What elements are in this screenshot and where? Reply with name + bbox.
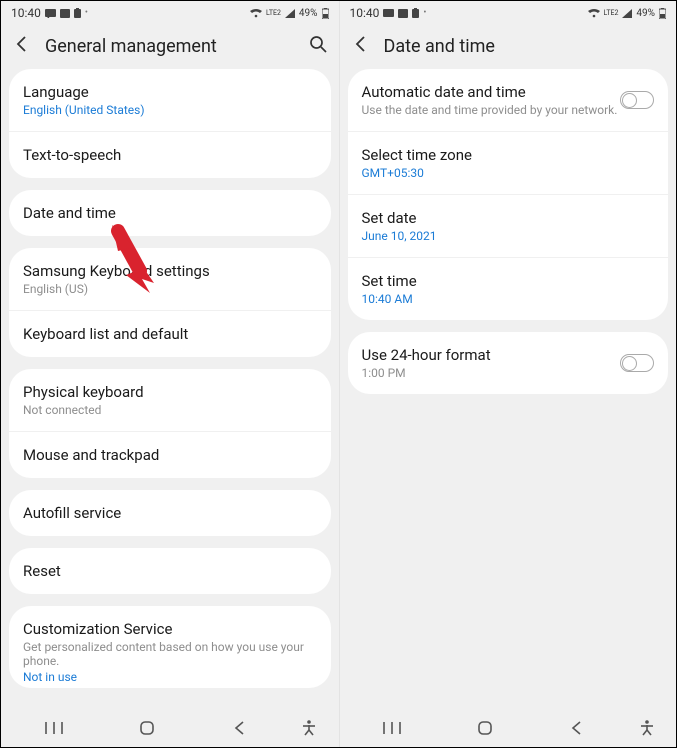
item-physical-keyboard[interactable]: Physical keyboard Not connected — [9, 369, 331, 432]
item-language[interactable]: Language English (United States) — [9, 69, 331, 132]
settings-list: Automatic date and time Use the date and… — [340, 69, 677, 709]
nav-back-icon[interactable] — [193, 721, 286, 735]
item-label: Set time — [362, 272, 655, 290]
item-label: Automatic date and time — [362, 83, 621, 101]
status-bar: 10:40 • LTE2 49% — [340, 1, 677, 25]
item-auto-date-time[interactable]: Automatic date and time Use the date and… — [348, 69, 669, 132]
nav-bar — [1, 709, 339, 747]
message-icon — [383, 9, 394, 18]
image-icon — [398, 9, 408, 18]
item-time-zone[interactable]: Select time zone GMT+05:30 — [348, 132, 669, 195]
status-time: 10:40 — [11, 6, 41, 20]
item-samsung-keyboard[interactable]: Samsung Keyboard settings English (US) — [9, 248, 331, 311]
item-label: Autofill service — [23, 504, 317, 522]
status-time: 10:40 — [350, 6, 380, 20]
item-24h-format[interactable]: Use 24-hour format 1:00 PM — [348, 332, 669, 394]
battery-percent: 49% — [636, 8, 655, 19]
battery-percent: 49% — [299, 8, 318, 19]
item-label: Reset — [23, 562, 317, 580]
item-set-date[interactable]: Set date June 10, 2021 — [348, 195, 669, 258]
status-bar: 10:40 • LTE2 49% — [1, 1, 339, 25]
item-label: Set date — [362, 209, 655, 227]
signal-icon — [622, 9, 632, 18]
back-icon[interactable] — [13, 35, 31, 57]
item-sub: Use the date and time provided by your n… — [362, 103, 621, 117]
image-icon — [60, 9, 70, 18]
item-date-and-time[interactable]: Date and time — [9, 190, 331, 236]
signal-icon — [285, 9, 295, 18]
item-label: Use 24-hour format — [362, 346, 621, 364]
battery-small-icon — [74, 8, 81, 18]
wifi-icon — [588, 9, 600, 18]
item-sub: Not connected — [23, 403, 317, 417]
nav-accessibility-icon[interactable] — [286, 720, 333, 736]
nav-bar — [340, 709, 677, 747]
settings-list: Language English (United States) Text-to… — [1, 69, 339, 709]
nav-recents-icon[interactable] — [7, 721, 100, 735]
header: Date and time — [340, 25, 677, 69]
message-icon — [45, 9, 56, 18]
item-text-to-speech[interactable]: Text-to-speech — [9, 132, 331, 178]
page-title: General management — [45, 36, 295, 57]
screen-date-and-time: 10:40 • LTE2 49% — [339, 1, 677, 747]
item-label: Customization Service — [23, 620, 317, 638]
item-label: Language — [23, 83, 317, 101]
item-sub: 1:00 PM — [362, 366, 621, 380]
item-sub: English (US) — [23, 282, 317, 296]
item-reset[interactable]: Reset — [9, 548, 331, 594]
item-mouse-trackpad[interactable]: Mouse and trackpad — [9, 432, 331, 478]
item-sub: Get personalized content based on how yo… — [23, 640, 317, 668]
toggle-auto-date[interactable] — [620, 91, 654, 109]
item-set-time[interactable]: Set time 10:40 AM — [348, 258, 669, 320]
battery-small-icon — [412, 8, 419, 18]
back-icon[interactable] — [352, 35, 370, 57]
item-sub2: Not in use — [23, 670, 317, 684]
nav-recents-icon[interactable] — [346, 721, 439, 735]
more-icon: • — [85, 8, 88, 18]
item-label: Date and time — [23, 204, 317, 222]
nav-home-icon[interactable] — [100, 719, 193, 737]
network-label: LTE2 — [266, 10, 281, 17]
item-autofill[interactable]: Autofill service — [9, 490, 331, 536]
wifi-icon — [250, 9, 262, 18]
screen-general-management: 10:40 • LTE2 49% — [1, 1, 339, 747]
nav-back-icon[interactable] — [531, 721, 624, 735]
item-label: Text-to-speech — [23, 146, 317, 164]
item-label: Select time zone — [362, 146, 655, 164]
network-label: LTE2 — [604, 10, 619, 17]
nav-home-icon[interactable] — [438, 719, 531, 737]
item-label: Samsung Keyboard settings — [23, 262, 317, 280]
item-sub: GMT+05:30 — [362, 166, 655, 180]
search-icon[interactable] — [309, 35, 327, 57]
item-customization[interactable]: Customization Service Get personalized c… — [9, 606, 331, 688]
item-sub: 10:40 AM — [362, 292, 655, 306]
page-title: Date and time — [384, 36, 665, 57]
battery-icon — [322, 8, 329, 19]
item-keyboard-list[interactable]: Keyboard list and default — [9, 311, 331, 357]
more-icon: • — [423, 8, 426, 18]
toggle-24h[interactable] — [620, 354, 654, 372]
item-sub: June 10, 2021 — [362, 229, 655, 243]
item-label: Physical keyboard — [23, 383, 317, 401]
header: General management — [1, 25, 339, 69]
nav-accessibility-icon[interactable] — [624, 720, 670, 736]
item-sub: English (United States) — [23, 103, 317, 117]
item-label: Mouse and trackpad — [23, 446, 317, 464]
item-label: Keyboard list and default — [23, 325, 317, 343]
battery-icon — [659, 8, 666, 19]
